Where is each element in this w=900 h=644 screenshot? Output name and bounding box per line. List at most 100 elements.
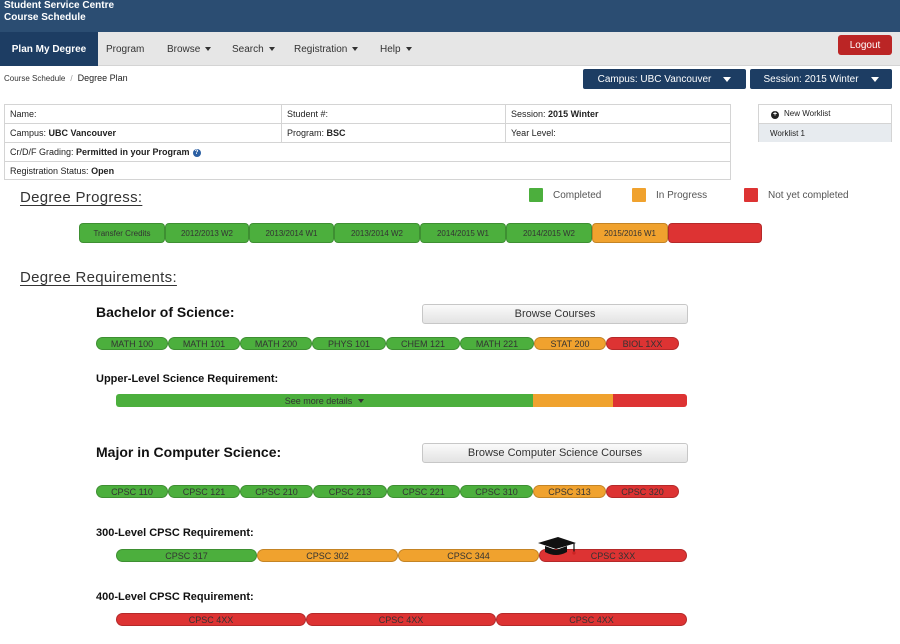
campus-value: UBC Vancouver bbox=[48, 128, 117, 138]
nav-plan-my-degree[interactable]: Plan My Degree bbox=[0, 32, 98, 66]
upper-level-title: Upper-Level Science Requirement: bbox=[96, 373, 279, 385]
legend-in-progress: In Progress bbox=[632, 188, 707, 202]
course-segment[interactable]: 2014/2015 W2 bbox=[506, 223, 592, 243]
nav-browse[interactable]: Browse bbox=[167, 32, 212, 66]
nav-help-label: Help bbox=[380, 43, 401, 55]
course-segment[interactable]: CPSC 121 bbox=[168, 485, 240, 498]
course-segment[interactable]: 2012/2013 W2 bbox=[165, 223, 249, 243]
course-segment[interactable]: CPSC 221 bbox=[387, 485, 460, 498]
see-more-details-label: See more details bbox=[284, 395, 353, 406]
new-worklist-button[interactable]: + New Worklist bbox=[759, 105, 891, 123]
new-worklist-label: New Worklist bbox=[784, 109, 831, 118]
course-segment[interactable]: PHYS 101 bbox=[312, 337, 386, 350]
chevron-down-icon bbox=[405, 47, 412, 51]
legend-completed-label: Completed bbox=[553, 189, 602, 201]
course-segment[interactable]: CPSC 110 bbox=[96, 485, 168, 498]
breadcrumb-separator: / bbox=[70, 74, 73, 83]
registration-status-cell: Registration Status: Open bbox=[5, 162, 730, 180]
plus-icon: + bbox=[771, 111, 779, 119]
course-segment[interactable]: Transfer Credits bbox=[79, 223, 165, 243]
see-more-details-link[interactable]: See more details bbox=[116, 394, 533, 407]
course-segment[interactable]: CPSC 213 bbox=[313, 485, 387, 498]
session-select[interactable]: Session: 2015 Winter bbox=[750, 69, 892, 89]
breadcrumb: Course Schedule / Degree Plan bbox=[4, 73, 128, 83]
chevron-down-icon bbox=[205, 47, 212, 51]
chevron-down-icon bbox=[723, 76, 732, 82]
logout-button[interactable]: Logout bbox=[838, 35, 892, 55]
campus-cell: Campus: UBC Vancouver bbox=[5, 124, 281, 142]
course-segment[interactable]: STAT 200 bbox=[534, 337, 606, 350]
course-segment[interactable]: 2014/2015 W1 bbox=[420, 223, 506, 243]
course-segment[interactable] bbox=[668, 223, 762, 243]
course-segment[interactable]: CPSC 310 bbox=[460, 485, 533, 498]
course-segment[interactable]: CPSC 317 bbox=[116, 549, 257, 562]
course-segment[interactable]: CPSC 344 bbox=[398, 549, 539, 562]
major-title: Major in Computer Science: bbox=[96, 444, 282, 460]
course-segment[interactable]: CPSC 4XX bbox=[496, 613, 687, 626]
student-number-cell: Student #: bbox=[281, 105, 505, 123]
course-segment[interactable]: CPSC 320 bbox=[606, 485, 679, 498]
nav-help[interactable]: Help bbox=[380, 32, 412, 66]
legend-in-progress-label: In Progress bbox=[656, 189, 708, 201]
main-nav: Plan My Degree Program Browse Search Reg… bbox=[0, 32, 900, 66]
nav-browse-label: Browse bbox=[167, 43, 201, 55]
worklist-item[interactable]: Worklist 1 bbox=[759, 123, 891, 142]
course-segment[interactable]: CPSC 313 bbox=[533, 485, 606, 498]
campus-label: Campus: bbox=[10, 128, 47, 138]
course-segment[interactable]: CPSC 302 bbox=[257, 549, 398, 562]
name-cell: Name: bbox=[5, 105, 281, 123]
course-segment[interactable]: CPSC 4XX bbox=[306, 613, 496, 626]
course-segment[interactable]: MATH 221 bbox=[460, 337, 534, 350]
course-segment[interactable]: 2013/2014 W1 bbox=[249, 223, 334, 243]
nav-registration-label: Registration bbox=[294, 43, 348, 55]
chevron-down-icon bbox=[358, 398, 365, 403]
help-icon[interactable]: ? bbox=[192, 149, 201, 157]
nav-program-label: Program bbox=[106, 43, 145, 55]
course-segment[interactable]: MATH 200 bbox=[240, 337, 312, 350]
program-cell: Program: BSC bbox=[281, 124, 505, 142]
nav-search[interactable]: Search bbox=[232, 32, 275, 66]
session-select-label: Session: 2015 Winter bbox=[763, 73, 859, 85]
grading-cell: Cr/D/F Grading: Permitted in your Progra… bbox=[5, 143, 730, 161]
student-number-label: Student #: bbox=[287, 109, 329, 119]
year-level-label: Year Level: bbox=[511, 128, 556, 138]
header-title: Student Service Centre bbox=[4, 0, 115, 11]
upper-level-in-progress-fill bbox=[533, 394, 613, 407]
breadcrumb-current: Degree Plan bbox=[77, 73, 128, 83]
legend-completed-swatch bbox=[529, 188, 543, 202]
year-level-cell: Year Level: bbox=[505, 124, 730, 142]
legend-not-completed: Not yet completed bbox=[744, 188, 849, 202]
legend-not-completed-label: Not yet completed bbox=[768, 189, 849, 201]
course-segment[interactable]: 2013/2014 W2 bbox=[334, 223, 420, 243]
graduation-cap-icon bbox=[538, 537, 576, 555]
program-label: Program: bbox=[287, 128, 325, 138]
session-label: Session: bbox=[511, 109, 546, 119]
nav-program[interactable]: Program bbox=[106, 32, 144, 66]
course-segment[interactable]: BIOL 1XX bbox=[606, 337, 679, 350]
course-segment[interactable]: CPSC 4XX bbox=[116, 613, 306, 626]
course-segment[interactable]: CPSC 210 bbox=[240, 485, 313, 498]
app-header: Student Service Centre Course Schedule bbox=[0, 0, 900, 32]
grading-label: Cr/D/F Grading: bbox=[10, 147, 74, 157]
campus-select[interactable]: Campus: UBC Vancouver bbox=[583, 69, 746, 89]
session-cell: Session: 2015 Winter bbox=[505, 105, 730, 123]
breadcrumb-course-schedule[interactable]: Course Schedule bbox=[4, 74, 65, 83]
session-value: 2015 Winter bbox=[548, 109, 599, 119]
chevron-down-icon bbox=[870, 76, 879, 82]
registration-status-label: Registration Status: bbox=[10, 166, 89, 176]
legend-completed: Completed bbox=[529, 188, 601, 202]
course-segment[interactable]: MATH 101 bbox=[168, 337, 240, 350]
legend-not-completed-swatch bbox=[744, 188, 758, 202]
browse-cpsc-courses-button[interactable]: Browse Computer Science Courses bbox=[422, 443, 688, 463]
nav-registration[interactable]: Registration bbox=[294, 32, 359, 66]
header-subtitle: Course Schedule bbox=[4, 12, 86, 23]
nav-search-label: Search bbox=[232, 43, 264, 55]
upper-level-not-completed-fill bbox=[613, 394, 687, 407]
course-segment[interactable]: CHEM 121 bbox=[386, 337, 460, 350]
bachelor-title: Bachelor of Science: bbox=[96, 304, 235, 320]
browse-courses-button[interactable]: Browse Courses bbox=[422, 304, 688, 324]
course-segment[interactable]: 2015/2016 W1 bbox=[592, 223, 668, 243]
course-segment[interactable]: MATH 100 bbox=[96, 337, 168, 350]
legend-in-progress-swatch bbox=[632, 188, 646, 202]
worklist-panel: + New Worklist Worklist 1 bbox=[758, 104, 892, 142]
